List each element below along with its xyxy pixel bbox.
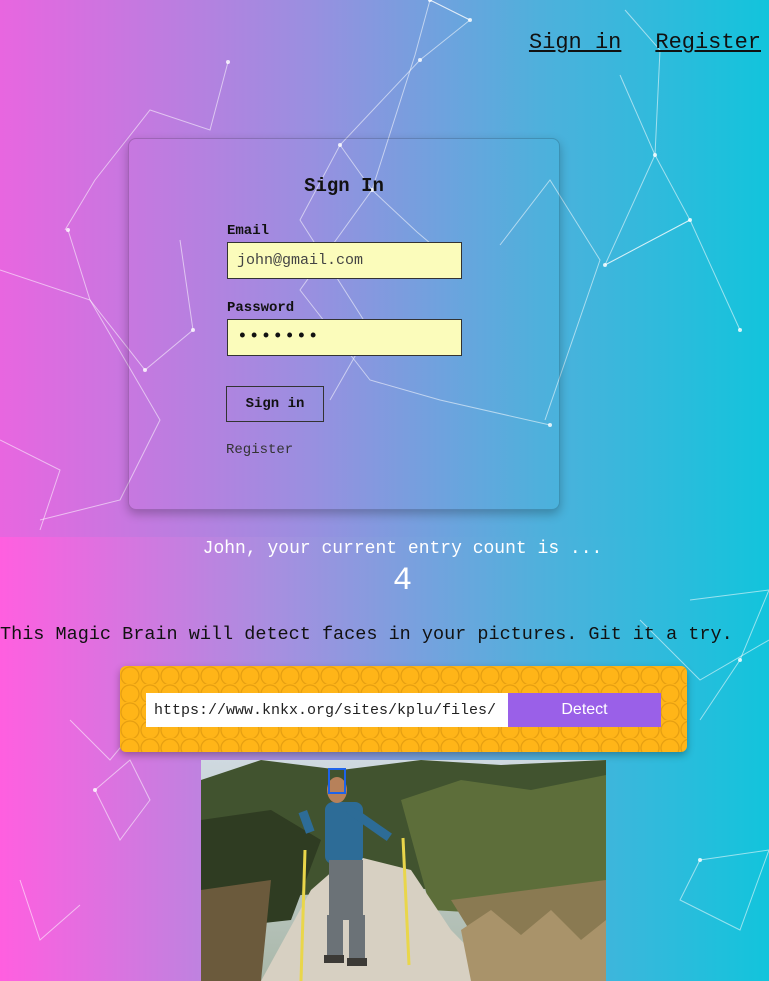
tagline: This Magic Brain will detect faces in yo… [0,624,733,645]
entry-count-message: John, your current entry count is ... [202,539,603,559]
detect-button[interactable]: Detect [508,693,661,727]
signin-card: Sign In Email Password ••••••• Sign in R… [128,138,560,510]
password-label: Password [227,300,295,316]
top-nav: Sign in Register [529,30,761,55]
signin-title: Sign In [304,175,384,197]
nav-register-link[interactable]: Register [655,30,761,55]
signin-submit-button[interactable]: Sign in [226,386,324,422]
image-url-input[interactable] [146,693,508,727]
email-field[interactable] [227,242,462,279]
detected-image [201,760,606,981]
entry-count-value: 4 [392,562,413,599]
nav-signin-link[interactable]: Sign in [529,30,621,55]
register-link[interactable]: Register [226,442,293,458]
face-bounding-box [328,768,346,794]
email-label: Email [227,223,270,239]
password-field[interactable]: ••••••• [227,319,462,356]
hiker-photo [201,760,606,981]
image-url-form: Detect [120,666,687,752]
